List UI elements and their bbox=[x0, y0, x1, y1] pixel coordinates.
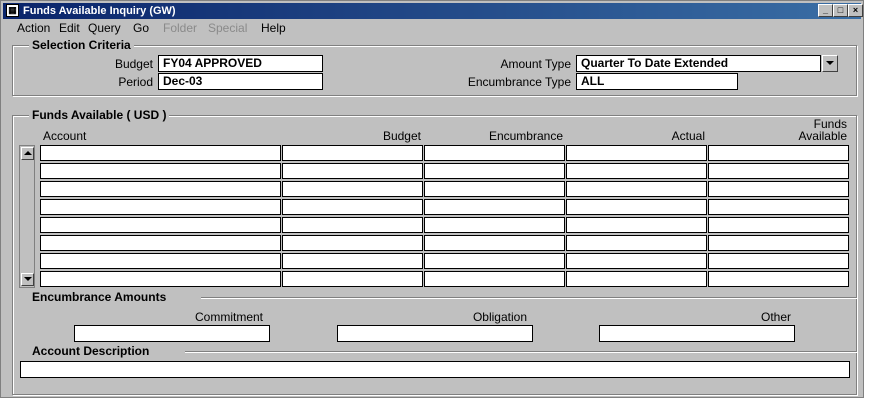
account-description-field[interactable] bbox=[20, 361, 850, 378]
cell-budget[interactable] bbox=[282, 145, 423, 161]
cell-encumbrance[interactable] bbox=[424, 217, 565, 233]
period-label: Period bbox=[118, 75, 153, 89]
cell-account[interactable] bbox=[40, 145, 281, 161]
cell-actual[interactable] bbox=[566, 199, 707, 215]
other-label: Other bbox=[760, 310, 791, 324]
funds-available-title: Funds Available ( USD ) bbox=[29, 108, 170, 122]
cell-encumbrance[interactable] bbox=[424, 271, 565, 287]
cell-encumbrance[interactable] bbox=[424, 235, 565, 251]
cell-funds-available[interactable] bbox=[708, 271, 849, 287]
maximize-icon[interactable]: □ bbox=[833, 4, 848, 17]
obligation-field[interactable] bbox=[337, 325, 533, 342]
cell-funds-available[interactable] bbox=[708, 217, 849, 233]
cell-encumbrance[interactable] bbox=[424, 253, 565, 269]
budget-field[interactable]: FY04 APPROVED bbox=[158, 55, 323, 72]
menu-folder[interactable]: Folder bbox=[163, 21, 197, 35]
cell-actual[interactable] bbox=[566, 235, 707, 251]
account-description-title: Account Description bbox=[29, 344, 153, 358]
column-header-budget: Budget bbox=[382, 129, 421, 143]
cell-budget[interactable] bbox=[282, 163, 423, 179]
amount-type-label: Amount Type bbox=[500, 57, 572, 71]
funds-available-window: ▦ Funds Available Inquiry (GW) _ □ × Act… bbox=[0, 0, 864, 398]
account-description-separator bbox=[185, 351, 857, 353]
budget-label: Budget bbox=[114, 57, 153, 71]
encumbrance-amounts-separator bbox=[201, 297, 857, 299]
obligation-label: Obligation bbox=[472, 310, 527, 324]
cell-encumbrance[interactable] bbox=[424, 181, 565, 197]
cell-actual[interactable] bbox=[566, 145, 707, 161]
title-bar[interactable]: ▦ Funds Available Inquiry (GW) _ □ × bbox=[3, 3, 863, 19]
cell-actual[interactable] bbox=[566, 217, 707, 233]
cell-funds-available[interactable] bbox=[708, 199, 849, 215]
encumbrance-type-label: Encumbrance Type bbox=[467, 75, 571, 89]
cell-account[interactable] bbox=[40, 181, 281, 197]
menu-go[interactable]: Go bbox=[133, 21, 149, 35]
scroll-up-button[interactable] bbox=[21, 147, 34, 160]
close-icon[interactable]: × bbox=[848, 4, 863, 17]
window-title: Funds Available Inquiry (GW) bbox=[23, 5, 176, 17]
selection-criteria-title: Selection Criteria bbox=[29, 38, 134, 52]
menu-help[interactable]: Help bbox=[261, 21, 286, 35]
period-field[interactable]: Dec-03 bbox=[158, 73, 323, 90]
cell-funds-available[interactable] bbox=[708, 145, 849, 161]
cell-account[interactable] bbox=[40, 235, 281, 251]
column-header-available: Available bbox=[798, 129, 847, 143]
cell-funds-available[interactable] bbox=[708, 163, 849, 179]
cell-account[interactable] bbox=[40, 217, 281, 233]
column-header-account: Account bbox=[43, 129, 87, 143]
cell-funds-available[interactable] bbox=[708, 181, 849, 197]
cell-funds-available[interactable] bbox=[708, 235, 849, 251]
cell-budget[interactable] bbox=[282, 217, 423, 233]
cell-encumbrance[interactable] bbox=[424, 163, 565, 179]
cell-budget[interactable] bbox=[282, 271, 423, 287]
cell-budget[interactable] bbox=[282, 253, 423, 269]
column-header-encumbrance: Encumbrance bbox=[488, 129, 563, 143]
commitment-label: Commitment bbox=[194, 310, 263, 324]
funds-scrollbar[interactable] bbox=[19, 145, 35, 288]
menu-edit[interactable]: Edit bbox=[59, 21, 80, 35]
cell-budget[interactable] bbox=[282, 199, 423, 215]
encumbrance-amounts-title: Encumbrance Amounts bbox=[29, 290, 170, 304]
app-icon: ▦ bbox=[6, 4, 19, 17]
cell-funds-available[interactable] bbox=[708, 253, 849, 269]
cell-account[interactable] bbox=[40, 199, 281, 215]
cell-budget[interactable] bbox=[282, 235, 423, 251]
commitment-field[interactable] bbox=[74, 325, 270, 342]
other-field[interactable] bbox=[599, 325, 795, 342]
minimize-icon[interactable]: _ bbox=[818, 4, 833, 17]
amount-type-dropdown-button[interactable] bbox=[822, 55, 838, 72]
menu-query[interactable]: Query bbox=[88, 21, 121, 35]
arrow-down-icon bbox=[24, 277, 32, 281]
cell-actual[interactable] bbox=[566, 181, 707, 197]
cell-actual[interactable] bbox=[566, 163, 707, 179]
scroll-down-button[interactable] bbox=[21, 273, 34, 286]
cell-actual[interactable] bbox=[566, 271, 707, 287]
menu-bar: Action Edit Query Go Folder Special Help bbox=[3, 20, 861, 36]
cell-encumbrance[interactable] bbox=[424, 145, 565, 161]
cell-encumbrance[interactable] bbox=[424, 199, 565, 215]
menu-special[interactable]: Special bbox=[208, 21, 247, 35]
cell-account[interactable] bbox=[40, 253, 281, 269]
menu-action[interactable]: Action bbox=[17, 21, 50, 35]
cell-account[interactable] bbox=[40, 271, 281, 287]
cell-budget[interactable] bbox=[282, 181, 423, 197]
cell-account[interactable] bbox=[40, 163, 281, 179]
cell-actual[interactable] bbox=[566, 253, 707, 269]
arrow-up-icon bbox=[24, 151, 32, 155]
chevron-down-icon bbox=[826, 61, 834, 65]
encumbrance-type-field[interactable]: ALL bbox=[576, 73, 738, 90]
column-header-actual: Actual bbox=[671, 129, 705, 143]
amount-type-field[interactable]: Quarter To Date Extended bbox=[576, 55, 821, 72]
